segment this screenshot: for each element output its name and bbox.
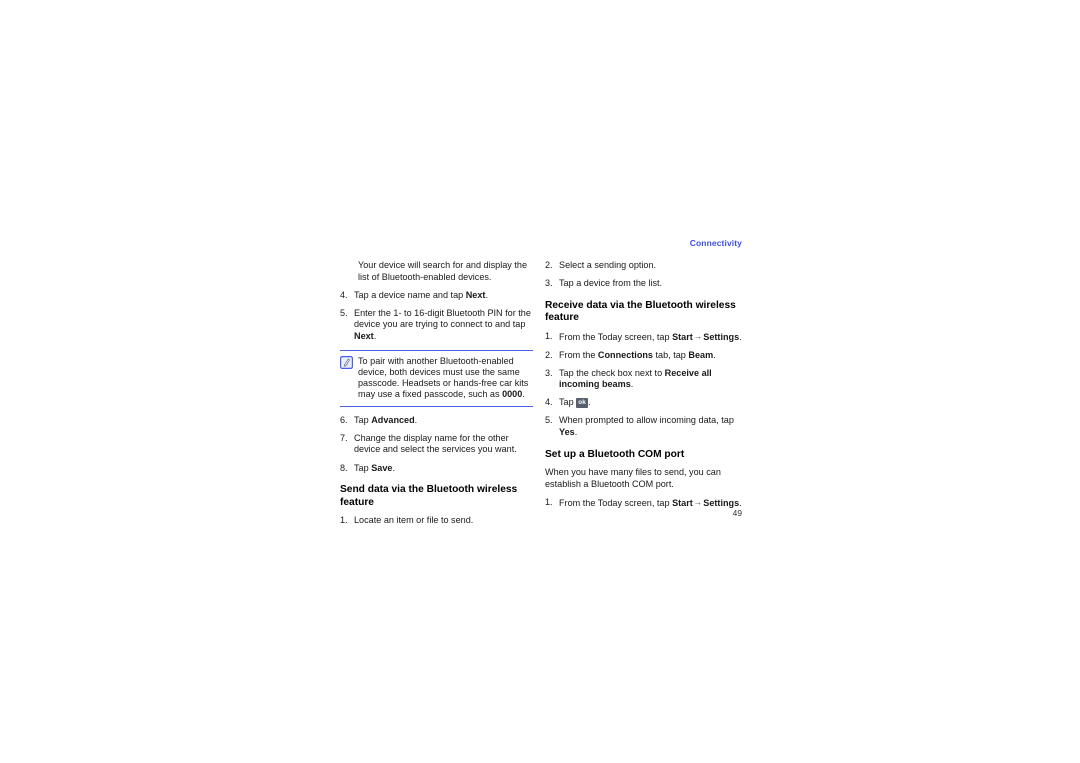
running-header-connectivity: Connectivity — [689, 238, 742, 248]
numbered-step: 3. Tap a device from the list. — [545, 278, 750, 290]
com-port-paragraph: When you have many files to send, you ca… — [545, 467, 721, 489]
numbered-step: 5. Enter the 1- to 16-digit Bluetooth PIN… — [340, 308, 533, 343]
com-port-steps: 1. From the Today screen, tap Start→Setti… — [545, 497, 750, 510]
page-columns: Your device will search for and display … — [340, 260, 750, 533]
step-number: 8. — [340, 462, 348, 473]
step-number: 5. — [545, 415, 553, 426]
page-number: 49 — [732, 508, 742, 518]
numbered-step: 4. Tap a device name and tap Next. — [340, 290, 533, 302]
numbered-step: 1. Locate an item or file to send. — [340, 515, 533, 527]
step-text: Tap a device from the list. — [559, 278, 663, 289]
numbered-step: 8. Tap Save. — [340, 463, 533, 475]
numbered-step: 1. From the Today screen, tap Start→Setti… — [545, 331, 750, 344]
step-number: 3. — [545, 278, 553, 289]
numbered-step: 1. From the Today screen, tap Start→Setti… — [545, 497, 750, 510]
step-text: Tap ok. — [559, 397, 591, 409]
step-number: 1. — [545, 496, 553, 507]
note-text: To pair with another Bluetooth-enabled d… — [358, 355, 529, 400]
numbered-step: 5. When prompted to allow incoming data, … — [545, 415, 750, 438]
receive-data-steps: 1. From the Today screen, tap Start→Setti… — [545, 331, 750, 439]
step-text: Tap Advanced. — [354, 414, 418, 425]
step-text: Locate an item or file to send. — [354, 514, 474, 525]
step-number: 2. — [545, 260, 553, 270]
left-steps-after-note: 6. Tap Advanced. 7. Change the display name… — [340, 415, 533, 474]
ok-softkey-icon: ok — [576, 398, 589, 409]
numbered-step: 3. Tap the check box next to Receive all … — [545, 368, 750, 391]
step-text: Change the display name for the other de… — [354, 432, 517, 455]
heading-com-port: Set up a Bluetooth COM port — [545, 448, 685, 460]
intro-paragraph: Your device will search for and display … — [358, 260, 528, 282]
note-callout: To pair with another Bluetooth-enabled d… — [340, 349, 533, 407]
send-data-steps: 1. Locate an item or file to send. — [340, 515, 533, 527]
step-text: From the Connections tab, tap Beam. — [559, 349, 716, 360]
step-number: 6. — [340, 414, 348, 425]
manual-page: Connectivity Your device will search for… — [340, 238, 750, 528]
right-column: 2. Select a sending option. 3. Tap a device… — [545, 260, 750, 533]
numbered-step: 6. Tap Advanced. — [340, 415, 533, 427]
step-number: 1. — [545, 330, 553, 341]
step-text: From the Today screen, tap Start→Setting… — [559, 496, 742, 508]
step-number: 4. — [340, 289, 348, 300]
step-text: Enter the 1- to 16-digit Bluetooth PIN f… — [354, 307, 531, 341]
note-pencil-icon — [340, 355, 353, 369]
numbered-step: 7. Change the display name for the other … — [340, 433, 533, 456]
step-number: 2. — [545, 349, 553, 360]
arrow-icon: → — [693, 496, 703, 507]
step-text: Tap the check box next to Receive all in… — [559, 367, 712, 390]
step-number: 1. — [340, 514, 348, 525]
arrow-icon: → — [693, 330, 703, 341]
step-text: Tap Save. — [354, 462, 395, 473]
step-text: From the Today screen, tap Start→Setting… — [559, 330, 742, 342]
step-text: Tap a device name and tap Next. — [354, 289, 488, 300]
right-steps-continued: 2. Select a sending option. 3. Tap a device… — [545, 260, 750, 290]
left-steps-continued: 4. Tap a device name and tap Next. 5. Enter… — [340, 290, 533, 343]
heading-receive-data: Receive data via the Bluetooth wireless … — [545, 299, 736, 324]
numbered-step: 4. Tap ok. — [545, 397, 750, 409]
step-number: 3. — [545, 367, 553, 378]
left-column: Your device will search for and display … — [340, 260, 545, 533]
step-text: Select a sending option. — [559, 260, 657, 270]
numbered-step: 2. Select a sending option. — [545, 260, 750, 272]
numbered-step: 2. From the Connections tab, tap Beam. — [545, 350, 750, 362]
step-number: 5. — [340, 307, 348, 318]
step-text: When prompted to allow incoming data, ta… — [559, 415, 734, 438]
step-number: 4. — [545, 397, 553, 408]
step-number: 7. — [340, 432, 348, 443]
heading-send-data: Send data via the Bluetooth wireless fea… — [340, 484, 518, 508]
